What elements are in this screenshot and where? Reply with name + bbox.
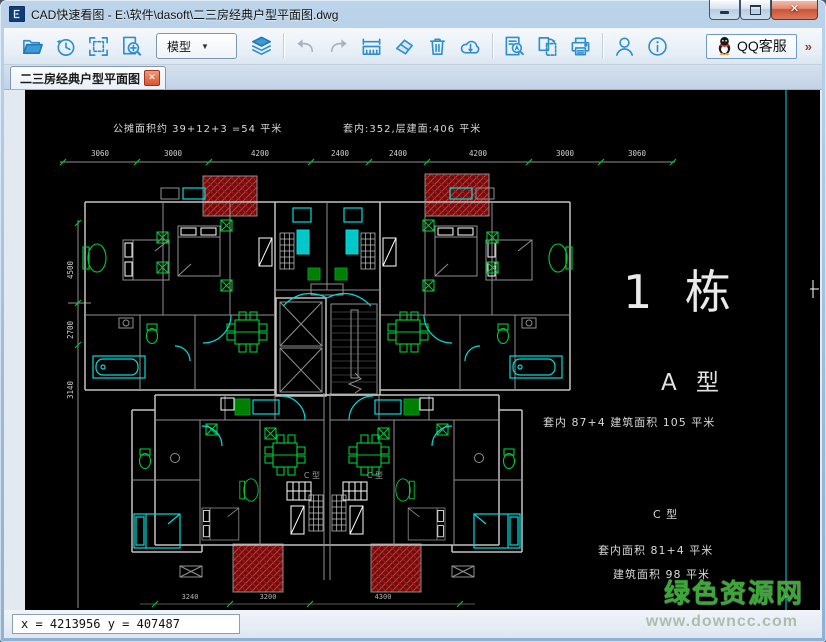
zoom-window-button[interactable] xyxy=(115,31,148,61)
qq-penguin-icon xyxy=(716,36,733,56)
cloud-download-button[interactable] xyxy=(454,31,487,61)
minimize-icon xyxy=(720,11,729,14)
dimension-bottom: 3240 3200 4300 xyxy=(140,593,475,607)
room-type-label-right: C 型 xyxy=(367,471,383,480)
account-button[interactable] xyxy=(608,31,641,61)
eraser-button[interactable] xyxy=(388,31,421,61)
layers-button[interactable] xyxy=(245,31,278,61)
tab-label: 二三房经典户型平面图 xyxy=(20,70,140,87)
redo-icon xyxy=(327,35,350,58)
open-folder-icon xyxy=(21,35,44,58)
room-type-label-left: C 型 xyxy=(304,471,320,480)
coordinates-display: x = 4213956 y = 407487 xyxy=(12,614,240,634)
recent-history-button[interactable] xyxy=(49,31,82,61)
type-c-label: C 型 xyxy=(653,507,678,521)
svg-text:3240: 3240 xyxy=(182,593,199,601)
layers-icon xyxy=(250,35,273,58)
open-file-button[interactable] xyxy=(16,31,49,61)
redo-button[interactable] xyxy=(322,31,355,61)
status-bar: x = 4213956 y = 407487 www.downcc.com xyxy=(4,610,822,638)
close-button[interactable]: ✕ xyxy=(771,0,818,20)
tab-bar: 二三房经典户型平面图 ✕ xyxy=(4,65,822,90)
toolbar-separator xyxy=(602,33,603,59)
space-dropdown-value: 模型 xyxy=(167,38,191,55)
qq-service-label: QQ客服 xyxy=(737,36,787,56)
find-text-icon xyxy=(503,35,526,58)
svg-text:3060: 3060 xyxy=(91,149,110,158)
floor-plan-drawing: 公摊面积约 39+12+3 =54 平米 套内:352,层建面:406 平米 3… xyxy=(25,90,820,610)
chevron-down-icon: ▼ xyxy=(201,42,209,51)
svg-text:3140: 3140 xyxy=(66,380,75,399)
tab-drawing[interactable]: 二三房经典户型平面图 ✕ xyxy=(10,66,166,89)
undo-icon xyxy=(294,35,317,58)
minimize-button[interactable] xyxy=(709,0,740,20)
measure-button[interactable] xyxy=(355,31,388,61)
lower-unit-walls xyxy=(132,393,522,580)
clipped-fragment xyxy=(810,280,819,298)
maximize-button[interactable] xyxy=(740,0,771,20)
delete-button[interactable] xyxy=(421,31,454,61)
dimension-left: 4500 2700 3140 xyxy=(66,220,91,608)
svg-text:4200: 4200 xyxy=(251,149,270,158)
zoom-extents-icon xyxy=(87,35,110,58)
trash-icon xyxy=(426,35,449,58)
app-window: CAD快速看图 - E:\软件\dasoft\二三房经典户型平面图.dwg ✕ … xyxy=(0,0,826,642)
history-clock-icon xyxy=(54,35,77,58)
svg-text:2400: 2400 xyxy=(389,149,408,158)
watermark: 绿色资源网 xyxy=(664,573,804,610)
dimension-top: 3060 3000 4200 2400 2400 4200 3000 3060 xyxy=(60,149,676,165)
info-icon xyxy=(646,35,669,58)
drawing-canvas[interactable]: 公摊面积约 39+12+3 =54 平米 套内:352,层建面:406 平米 3… xyxy=(25,90,820,610)
toolbar-overflow[interactable]: » xyxy=(805,39,812,54)
svg-text:4200: 4200 xyxy=(469,149,488,158)
undo-button[interactable] xyxy=(289,31,322,61)
upper-unit-walls xyxy=(85,202,570,396)
about-button[interactable] xyxy=(641,31,674,61)
qq-service-button[interactable]: QQ客服 xyxy=(706,34,797,59)
annotation-unit-area: 套内:352,层建面:406 平米 xyxy=(343,122,481,135)
page-setup-button[interactable] xyxy=(531,31,564,61)
space-dropdown[interactable]: 模型 ▼ xyxy=(156,33,237,59)
svg-text:3200: 3200 xyxy=(260,593,277,601)
find-text-button[interactable] xyxy=(498,31,531,61)
watermark-url: www.downcc.com xyxy=(646,613,798,631)
canvas-margin: 公摊面积约 39+12+3 =54 平米 套内:352,层建面:406 平米 3… xyxy=(4,90,822,610)
window-title: CAD快速看图 - E:\软件\dasoft\二三房经典户型平面图.dwg xyxy=(31,6,338,23)
maximize-icon xyxy=(750,5,761,15)
print-button[interactable] xyxy=(564,31,597,61)
toolbar-separator xyxy=(492,33,493,59)
zoom-extents-button[interactable] xyxy=(82,31,115,61)
svg-text:2700: 2700 xyxy=(66,320,75,339)
tab-close-icon[interactable]: ✕ xyxy=(144,70,160,86)
type-a-area-label: 套内 87+4 建筑面积 105 平米 xyxy=(543,415,715,429)
svg-text:3060: 3060 xyxy=(628,149,647,158)
eraser-icon xyxy=(393,35,416,58)
building-number-label: 1 栋 xyxy=(623,265,740,319)
toolbar: 模型 ▼ QQ客服 » xyxy=(4,28,822,65)
type-c-area-label-1: 套内面积 81+4 平米 xyxy=(598,543,713,557)
svg-text:3000: 3000 xyxy=(164,149,183,158)
cloud-download-icon xyxy=(459,35,482,58)
title-bar[interactable]: CAD快速看图 - E:\软件\dasoft\二三房经典户型平面图.dwg ✕ xyxy=(0,0,826,28)
ruler-icon xyxy=(360,35,383,58)
svg-text:4500: 4500 xyxy=(66,260,75,279)
printer-icon xyxy=(569,35,592,58)
toolbar-separator xyxy=(283,33,284,59)
lower-unit-fixtures: C 型 C 型 xyxy=(134,396,520,548)
svg-text:2400: 2400 xyxy=(331,149,350,158)
page-rotate-icon xyxy=(536,35,559,58)
close-icon: ✕ xyxy=(790,4,799,15)
annotation-shared-area: 公摊面积约 39+12+3 =54 平米 xyxy=(113,122,282,135)
svg-text:3000: 3000 xyxy=(556,149,575,158)
user-icon xyxy=(613,35,636,58)
type-a-label: A 型 xyxy=(661,370,725,396)
zoom-document-icon xyxy=(120,35,143,58)
svg-text:4300: 4300 xyxy=(375,593,392,601)
app-icon xyxy=(9,6,25,22)
